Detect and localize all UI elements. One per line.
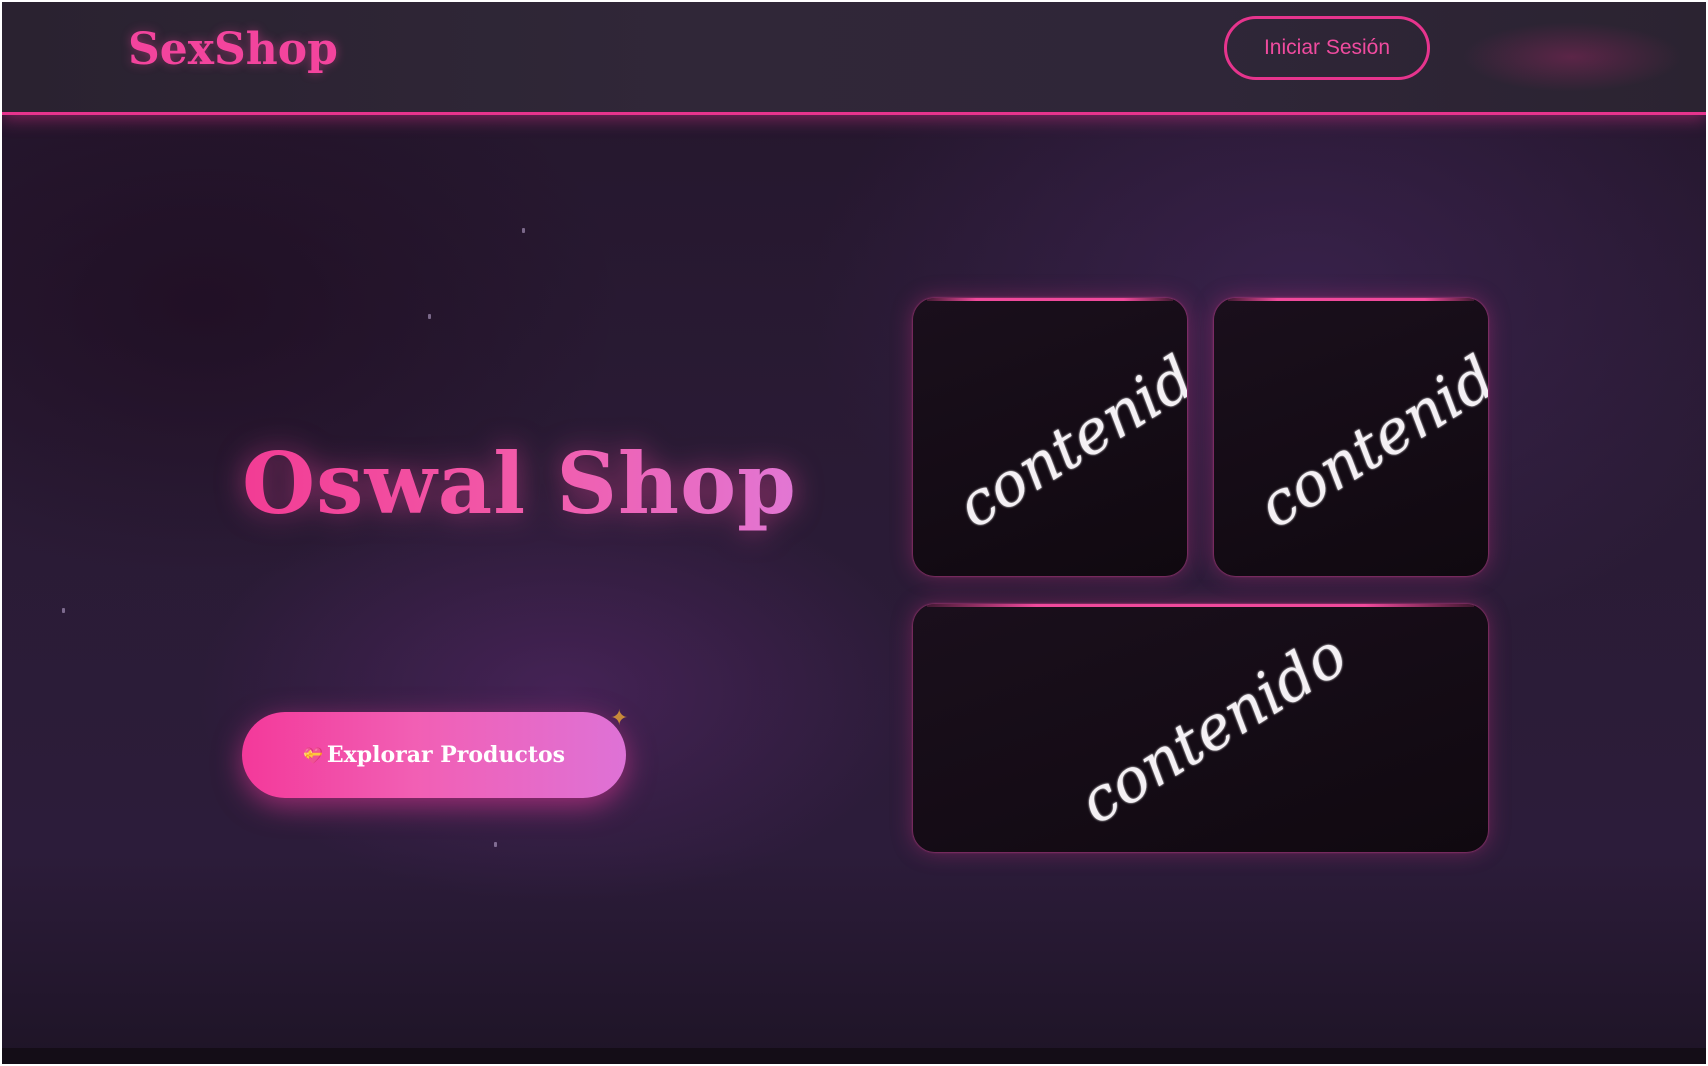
header: SexShop Iniciar Sesión <box>2 2 1706 115</box>
content-card-label: contenido <box>945 323 1187 543</box>
brand-logo[interactable]: SexShop <box>128 24 338 75</box>
gift-heart-icon: 💝 <box>302 745 323 765</box>
explore-products-button[interactable]: 💝 Explorar Productos <box>242 712 626 798</box>
decor-dot <box>428 314 431 319</box>
sparkle-icon: ✦ <box>610 706 629 731</box>
page: SexShop Iniciar Sesión Oswal Shop 💝 Expl… <box>2 2 1706 1064</box>
content-card[interactable]: contenido <box>1214 298 1488 576</box>
hero-title: Oswal Shop <box>242 434 797 533</box>
decor-dot <box>494 842 497 847</box>
content-card-label: contenido <box>1067 619 1360 839</box>
header-glow <box>1462 22 1682 92</box>
decor-dot <box>62 608 65 613</box>
login-button[interactable]: Iniciar Sesión <box>1224 16 1430 80</box>
explore-products-label: Explorar Productos <box>326 742 566 768</box>
content-card-wide[interactable]: contenido <box>913 604 1488 852</box>
content-card-label: contenido <box>1246 323 1488 543</box>
content-card[interactable]: contenido <box>913 298 1187 576</box>
bottom-bar <box>2 1048 1706 1064</box>
decor-dot <box>522 228 525 233</box>
